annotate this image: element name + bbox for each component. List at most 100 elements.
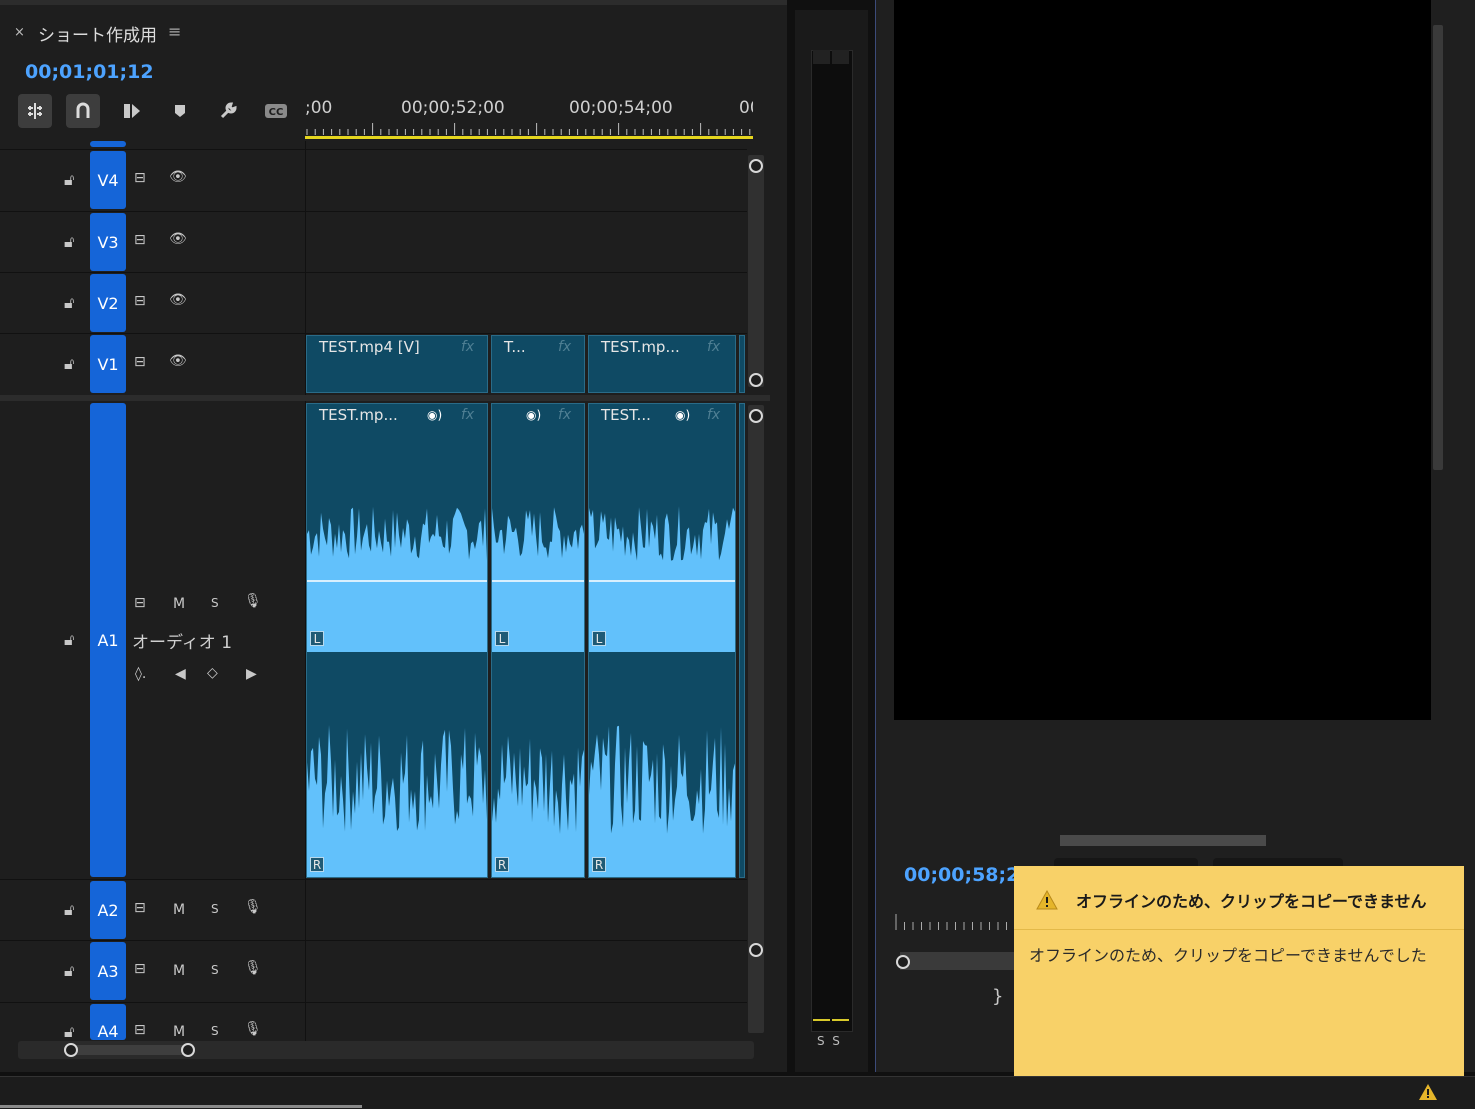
monitor-zoom-bar[interactable] [900, 952, 1014, 970]
video-audio-divider[interactable] [0, 395, 770, 401]
fx-badge[interactable]: fx [707, 339, 720, 355]
mute-button[interactable]: M [173, 596, 185, 612]
linked-selection-button[interactable] [115, 94, 149, 128]
solo-button[interactable]: S [211, 596, 219, 610]
monitor-scrollbar[interactable] [1433, 25, 1443, 470]
microphone-icon[interactable]: 🎙︎ [244, 960, 262, 976]
video-tracks-scrollbar[interactable] [748, 155, 764, 387]
solo-button[interactable]: S [211, 1024, 219, 1038]
time-ruler[interactable] [305, 123, 753, 141]
snap-button[interactable] [66, 94, 100, 128]
timeline-settings-button[interactable] [211, 94, 245, 128]
scroll-handle-top[interactable] [749, 159, 763, 173]
eye-icon[interactable]: 👁︎ [169, 292, 187, 308]
sync-lock-icon[interactable]: ⊟ [134, 170, 146, 186]
sync-lock-icon[interactable]: ⊟ [134, 232, 146, 248]
track-target-v2[interactable]: V2 [90, 274, 126, 332]
solo-button[interactable]: S [211, 963, 219, 977]
zoom-handle-right[interactable] [181, 1043, 195, 1057]
lock-icon[interactable]: 🔓︎ [64, 293, 74, 313]
status-warning-icon[interactable] [1418, 1083, 1438, 1101]
microphone-icon[interactable]: 🎙︎ [244, 593, 262, 609]
sync-lock-icon[interactable]: ⊟ [134, 293, 146, 309]
track-target-a4[interactable]: A4 [90, 1004, 126, 1041]
lock-icon[interactable]: 🔓︎ [64, 900, 74, 920]
track-separator [0, 333, 747, 334]
clip-indicator-right[interactable] [832, 50, 849, 64]
audio-clip[interactable]: TEST.mp... ◉) fx L R [306, 403, 488, 878]
monitor-time-ruler[interactable] [894, 914, 1014, 932]
scroll-handle-bottom[interactable] [749, 373, 763, 387]
waveform [307, 506, 487, 877]
track-target-a2[interactable]: A2 [90, 881, 126, 939]
track-target-v1[interactable]: V1 [90, 335, 126, 393]
eye-icon[interactable]: 👁︎ [169, 353, 187, 369]
eye-icon[interactable]: 👁︎ [169, 169, 187, 185]
lock-icon[interactable]: 🔓︎ [64, 354, 74, 374]
sync-lock-icon[interactable]: ⊟ [134, 354, 146, 370]
sequence-tab-title[interactable]: ショート作成用 [38, 21, 157, 46]
track-target-a1[interactable]: A1 [90, 403, 126, 877]
audio-clip[interactable]: TEST... ◉) fx L R [588, 403, 736, 878]
video-clip[interactable]: TEST.mp4 [V] fx [306, 335, 488, 393]
monitor-dropdown-resolution[interactable] [1213, 858, 1343, 866]
microphone-icon[interactable]: 🎙︎ [244, 899, 262, 915]
clip-indicator-left[interactable] [813, 50, 830, 64]
left-channel-label: L [495, 631, 509, 646]
sync-lock-icon[interactable]: ⊟ [134, 1022, 146, 1038]
add-marker-button[interactable] [163, 94, 197, 128]
fx-badge[interactable]: fx [461, 339, 474, 355]
keyframe-options-icon[interactable]: ◊. [135, 666, 146, 682]
next-keyframe-icon[interactable]: ▶ [246, 666, 257, 682]
clip-title: T... [504, 338, 526, 356]
audio-tracks-scrollbar[interactable] [748, 405, 764, 1033]
track-label: A2 [97, 900, 119, 920]
lock-icon[interactable]: 🔓︎ [64, 1022, 74, 1042]
monitor-horizontal-scroll[interactable] [1060, 835, 1266, 846]
lock-icon[interactable]: 🔓︎ [64, 630, 74, 650]
sync-lock-icon[interactable]: ⊟ [134, 961, 146, 977]
lock-icon[interactable]: 🔓︎ [64, 170, 74, 190]
add-keyframe-icon[interactable]: ◇ [207, 665, 218, 681]
scroll-handle-top[interactable] [749, 409, 763, 423]
clip-title: TEST.mp4 [V] [319, 338, 420, 356]
solo-button[interactable]: S [211, 902, 219, 916]
playhead-timecode[interactable]: 00;01;01;12 [25, 61, 154, 83]
lock-icon[interactable]: 🔓︎ [64, 961, 74, 981]
monitor-zoom-handle[interactable] [896, 955, 910, 969]
track-name[interactable]: オーディオ 1 [132, 628, 232, 653]
video-clip[interactable]: TEST.mp... fx [588, 335, 736, 393]
sync-lock-icon[interactable]: ⊟ [134, 595, 146, 611]
waveform [589, 506, 735, 877]
audio-clip[interactable]: ◉) fx L R [491, 403, 585, 878]
meter-level-left [813, 1019, 830, 1021]
zoom-handle-left[interactable] [64, 1043, 78, 1057]
mute-button[interactable]: M [173, 902, 185, 918]
close-tab-icon[interactable]: × [14, 25, 25, 40]
mute-button[interactable]: M [173, 1024, 185, 1040]
video-clip[interactable]: T... fx [491, 335, 585, 393]
meter-solo-buttons[interactable]: S S [817, 1034, 840, 1048]
program-video-frame[interactable] [894, 0, 1431, 720]
captions-button[interactable]: CC [259, 94, 293, 128]
lock-icon[interactable]: 🔓︎ [64, 232, 74, 252]
panel-menu-icon[interactable]: ≡ [168, 22, 181, 41]
track-target-v4[interactable]: V4 [90, 151, 126, 209]
mark-out-icon[interactable]: } [992, 986, 1003, 1007]
microphone-icon[interactable]: 🎙︎ [244, 1021, 262, 1037]
mute-button[interactable]: M [173, 963, 185, 979]
clip-title: TEST.mp... [601, 338, 680, 356]
track-target-a3[interactable]: A3 [90, 942, 126, 1000]
track-target-v3[interactable]: V3 [90, 213, 126, 271]
previous-keyframe-icon[interactable]: ◀ [175, 666, 186, 682]
nest-toggle-button[interactable] [18, 94, 52, 128]
eye-icon[interactable]: 👁︎ [169, 231, 187, 247]
zoom-scrollbar-thumb[interactable] [70, 1045, 190, 1055]
scroll-handle-bottom[interactable] [749, 943, 763, 957]
sync-lock-icon[interactable]: ⊟ [134, 900, 146, 916]
monitor-dropdown-fit[interactable] [1054, 858, 1198, 866]
offline-warning-toast[interactable]: オフラインのため、クリップをコピーできません オフラインのため、クリップをコピー… [1014, 866, 1464, 1076]
audio-clip-edge[interactable] [739, 403, 745, 878]
fx-badge[interactable]: fx [558, 339, 571, 355]
video-clip-edge[interactable] [739, 335, 745, 393]
